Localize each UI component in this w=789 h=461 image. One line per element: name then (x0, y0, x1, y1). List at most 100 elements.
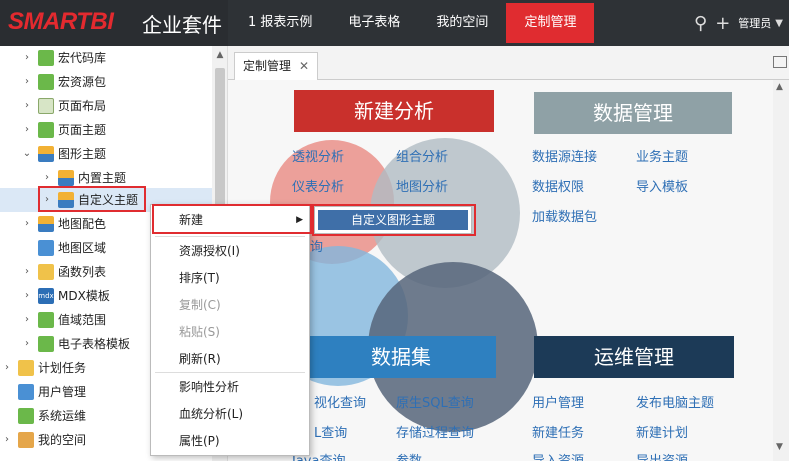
link-parameters[interactable]: 参数 (396, 450, 422, 461)
plus-icon[interactable]: + (715, 13, 730, 34)
context-menu: 新建 ▶ 资源授权(I) 排序(T) 复制(C) 粘贴(S) 刷新(R) 影响性… (150, 204, 310, 456)
main-scrollbar[interactable]: ▲ ▼ (773, 80, 789, 461)
menu-item-refresh[interactable]: 刷新(R) (151, 346, 309, 373)
custom-theme-highlight (38, 186, 146, 212)
search-icon[interactable]: ⚲ (694, 13, 707, 34)
tree-item-map-colors[interactable]: › 地图配色 (20, 212, 106, 236)
tree-item-function-list[interactable]: › 函数列表 (20, 260, 106, 284)
system-ops-icon (18, 408, 34, 424)
link-query-fragment[interactable]: 询 (310, 236, 323, 255)
nav-custom-management[interactable]: 定制管理 (506, 3, 595, 43)
chevron-right-icon[interactable]: › (20, 118, 34, 142)
link-sql-query[interactable]: L查询 (314, 422, 347, 441)
link-export-resources[interactable]: 导出资源 (636, 450, 688, 461)
link-combined-analysis[interactable]: 组合分析 (396, 146, 448, 165)
chevron-right-icon[interactable]: › (20, 284, 34, 308)
chevron-right-icon[interactable]: › (20, 46, 34, 70)
new-menu-highlight (152, 204, 312, 234)
builtin-theme-icon (58, 170, 74, 186)
tree-item-spreadsheet-template[interactable]: › 电子表格模板 (20, 332, 130, 356)
menu-separator (155, 372, 305, 373)
scroll-up-icon[interactable]: ▲ (776, 82, 783, 92)
link-visual-query[interactable]: 视化查询 (314, 392, 366, 411)
new-analysis-title[interactable]: 新建分析 (294, 90, 494, 132)
tree-item-page-layout[interactable]: › 页面布局 (20, 94, 106, 118)
spreadsheet-template-icon (38, 336, 54, 352)
page-layout-icon (38, 98, 54, 114)
tree-item-label: 地图配色 (58, 217, 107, 231)
maximize-icon[interactable] (773, 56, 787, 68)
chevron-right-icon[interactable]: › (20, 94, 34, 118)
menu-item-properties[interactable]: 属性(P) (151, 428, 309, 455)
chevron-right-icon[interactable]: › (0, 356, 14, 380)
chevron-down-icon[interactable]: ⌄ (20, 142, 34, 166)
link-publish-theme[interactable]: 发布电脑主题 (636, 392, 714, 411)
map-colors-icon (38, 216, 54, 232)
chevron-right-icon[interactable]: › (20, 260, 34, 284)
link-import-template[interactable]: 导入模板 (636, 176, 688, 195)
ops-management-title[interactable]: 运维管理 (534, 336, 734, 378)
menu-item-copy: 复制(C) (179, 298, 221, 312)
link-dashboard-analysis[interactable]: 仪表分析 (292, 176, 344, 195)
link-new-task[interactable]: 新建任务 (532, 422, 584, 441)
link-import-resources[interactable]: 导入资源 (532, 450, 584, 461)
scheduled-tasks-icon (18, 360, 34, 376)
tree-item-system-ops[interactable]: 系统运维 (0, 404, 86, 428)
page-theme-icon (38, 122, 54, 138)
link-datasource[interactable]: 数据源连接 (532, 146, 597, 165)
tree-item-chart-theme[interactable]: ⌄ 图形主题 (20, 142, 106, 166)
chevron-right-icon[interactable]: › (20, 308, 34, 332)
mdx-icon: mdx (38, 288, 54, 304)
tree-item-user-management[interactable]: 用户管理 (0, 380, 86, 404)
chevron-right-icon[interactable]: › (20, 70, 34, 94)
data-management-title[interactable]: 数据管理 (534, 92, 732, 134)
smartbi-logo: SMARTBI (8, 8, 114, 35)
tree-item-label: 宏资源包 (58, 75, 107, 89)
tree-item-macro-package[interactable]: › 宏资源包 (20, 70, 106, 94)
my-space-icon (18, 432, 34, 448)
menu-separator (155, 236, 305, 237)
tree-item-label: 计划任务 (38, 361, 87, 375)
tree-item-label: 宏代码库 (58, 51, 107, 65)
menu-item-resource-auth[interactable]: 资源授权(I) (151, 238, 309, 265)
submenu-highlight (312, 204, 476, 236)
tab-strip: 定制管理 ✕ (228, 46, 789, 80)
user-menu[interactable]: 管理员 (738, 15, 771, 31)
tree-item-value-range[interactable]: › 值域范围 (20, 308, 106, 332)
link-map-analysis[interactable]: 地图分析 (396, 176, 448, 195)
link-user-management[interactable]: 用户管理 (532, 392, 584, 411)
menu-item-impact-analysis[interactable]: 影响性分析 (151, 374, 309, 401)
tree-item-map-region[interactable]: 地图区域 (20, 236, 106, 260)
tree-item-my-space[interactable]: › 我的空间 (0, 428, 86, 452)
macro-library-icon (38, 50, 54, 66)
nav-spreadsheet[interactable]: 电子表格 (330, 0, 418, 46)
chevron-right-icon[interactable]: › (20, 332, 34, 356)
link-pivot-analysis[interactable]: 透视分析 (292, 146, 344, 165)
close-icon[interactable]: ✕ (299, 59, 309, 73)
link-data-permissions[interactable]: 数据权限 (532, 176, 584, 195)
link-new-plan[interactable]: 新建计划 (636, 422, 688, 441)
nav-report-examples[interactable]: 1 报表示例 (230, 0, 330, 46)
nav-my-space[interactable]: 我的空间 (418, 0, 506, 46)
scroll-up-icon[interactable]: ▲ (214, 50, 226, 62)
tab-custom-management[interactable]: 定制管理 ✕ (234, 52, 319, 80)
tab-label: 定制管理 (243, 59, 292, 73)
tree-item-page-theme[interactable]: › 页面主题 (20, 118, 106, 142)
link-business-theme[interactable]: 业务主题 (636, 146, 688, 165)
scroll-down-icon[interactable]: ▼ (776, 442, 783, 452)
link-native-sql-query[interactable]: 原生SQL查询 (396, 392, 474, 411)
menu-item-lineage-analysis[interactable]: 血统分析(L) (151, 401, 309, 428)
tree-item-mdx-template[interactable]: › mdx MDX模板 (20, 284, 110, 308)
chevron-down-icon[interactable]: ▼ (775, 18, 783, 29)
user-management-icon (18, 384, 34, 400)
top-icons: ⚲ + 管理员 ▼ (694, 0, 789, 46)
menu-item-sort[interactable]: 排序(T) (151, 265, 309, 292)
chevron-right-icon[interactable]: › (0, 428, 14, 452)
link-load-data-package[interactable]: 加载数据包 (532, 206, 597, 225)
tree-item-macro-library[interactable]: › 宏代码库 (20, 46, 106, 70)
link-stored-procedure-query[interactable]: 存储过程查询 (396, 422, 474, 441)
chevron-right-icon[interactable]: › (20, 212, 34, 236)
tree-item-label: 函数列表 (58, 265, 107, 279)
dataset-title[interactable]: 数据集 (306, 336, 496, 378)
tree-item-scheduled-tasks[interactable]: › 计划任务 (0, 356, 86, 380)
